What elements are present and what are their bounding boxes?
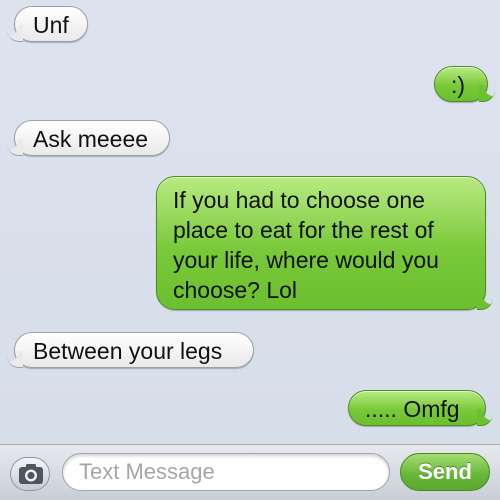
message-text: If you had to choose one place to eat fo… xyxy=(173,187,439,303)
camera-icon xyxy=(19,464,43,484)
message-text: ..... Omfg xyxy=(365,396,460,422)
camera-button[interactable] xyxy=(10,457,50,491)
message-text: :) xyxy=(451,72,466,98)
message-text: Between your legs xyxy=(33,338,223,364)
message-text: Unf xyxy=(33,12,69,38)
message-composer: Send xyxy=(0,444,500,500)
message-bubble-received: Ask meeee xyxy=(7,120,170,156)
message-bubble-sent: ..... Omfg xyxy=(348,390,493,426)
message-bubble-sent: :) xyxy=(434,66,495,102)
send-button[interactable]: Send xyxy=(400,453,490,491)
message-text: Ask meeee xyxy=(33,126,149,152)
message-input[interactable] xyxy=(62,453,390,491)
message-bubble-received: Unf xyxy=(7,6,88,42)
message-bubble-sent: If you had to choose one place to eat fo… xyxy=(156,176,493,310)
message-bubble-received: Between your legs xyxy=(7,332,254,368)
message-thread: Unf :) Ask meeee If you had to choose on… xyxy=(0,0,500,444)
